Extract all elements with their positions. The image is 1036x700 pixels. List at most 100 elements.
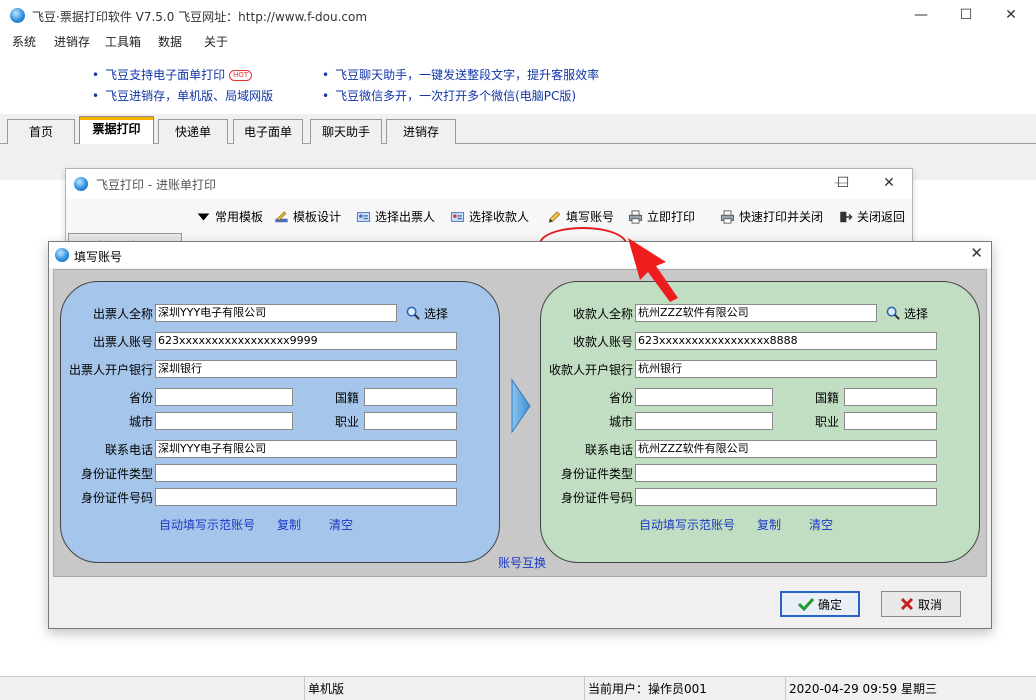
payee-id-type-field[interactable]	[635, 464, 937, 482]
ok-label: 确定	[817, 597, 842, 612]
menu-system[interactable]: 系统	[12, 33, 36, 50]
select-drawer-button[interactable]: 选择出票人	[356, 208, 435, 225]
id-card-icon	[450, 211, 465, 222]
payee-select-label: 选择	[904, 307, 929, 321]
template-design-label: 模板设计	[293, 210, 342, 224]
promo-link-eorder[interactable]: • 飞豆支持电子面单打印 HOT	[92, 66, 253, 83]
payee-country-field[interactable]	[844, 388, 937, 406]
drawer-auto-fill-link[interactable]: 自动填写示范账号	[159, 516, 255, 533]
payee-province-field[interactable]	[635, 388, 773, 406]
drawer-bank-field[interactable]: 深圳银行	[155, 360, 457, 378]
swap-accounts-link[interactable]: 账号互换	[498, 554, 546, 571]
drawer-clear-link[interactable]: 清空	[329, 516, 353, 533]
common-templates-label: 常用模板	[215, 210, 264, 224]
cancel-button[interactable]: 取消	[881, 591, 961, 617]
menu-bar: 系统 进销存 工具箱 数据 关于	[0, 30, 1036, 52]
tab-chat-helper[interactable]: 聊天助手	[310, 119, 382, 144]
status-datetime: 2020-04-29 09:59 星期三	[785, 677, 1036, 700]
payee-auto-fill-link[interactable]: 自动填写示范账号	[639, 516, 735, 533]
tab-receipt-print[interactable]: 票据打印	[79, 116, 154, 145]
drawer-full-name-field[interactable]: 深圳YYY电子有限公司	[155, 304, 397, 322]
drawer-phone-field[interactable]: 深圳YYY电子有限公司	[155, 440, 457, 458]
tab-home[interactable]: 首页	[7, 119, 75, 144]
ok-button[interactable]: 确定	[780, 591, 860, 617]
drawer-id-type-field[interactable]	[155, 464, 457, 482]
payee-account-label: 收款人账号	[572, 335, 633, 349]
payee-city-field[interactable]	[635, 412, 773, 430]
drawer-bank-label: 出票人开户银行	[68, 363, 153, 377]
close-button[interactable]: ✕	[988, 0, 1034, 30]
payee-bank-field[interactable]: 杭州银行	[635, 360, 937, 378]
promo-banner: • 飞豆支持电子面单打印 HOT • 飞豆进销存，单机版、局域网版 • 飞豆聊天助手，一…	[0, 52, 1036, 114]
printer-icon	[720, 209, 735, 224]
promo-text: 飞豆支持电子面单打印	[105, 68, 226, 82]
drawer-id-number-field[interactable]	[155, 488, 457, 506]
promo-link-chat[interactable]: • 飞豆聊天助手，一键发送整段文字，提升客服效率	[322, 66, 599, 83]
drawer-full-name-label: 出票人全称	[92, 307, 153, 321]
close-return-button[interactable]: 关闭返回	[838, 208, 905, 225]
pencil-icon	[548, 210, 561, 223]
payee-bank-label: 收款人开户银行	[548, 363, 633, 377]
menu-data[interactable]: 数据	[158, 33, 182, 50]
payee-full-name-label: 收款人全称	[572, 307, 633, 321]
subwin-close-button[interactable]: ✕	[866, 168, 912, 198]
subwin-titlebar: 飞豆打印 - 进账单打印 — ☐ ✕	[66, 169, 912, 199]
tab-inventory[interactable]: 进销存	[386, 119, 456, 144]
minimize-button[interactable]: —	[898, 0, 944, 30]
select-payee-button[interactable]: 选择收款人	[450, 208, 529, 225]
payee-id-number-field[interactable]	[635, 488, 937, 506]
menu-about[interactable]: 关于	[204, 33, 228, 50]
drawer-province-field[interactable]	[155, 388, 293, 406]
status-bar: 单机版 当前用户：操作员001 2020-04-29 09:59 星期三	[0, 676, 1036, 700]
payee-copy-link[interactable]: 复制	[757, 516, 781, 533]
drawer-copy-link[interactable]: 复制	[277, 516, 301, 533]
payee-job-field[interactable]	[844, 412, 937, 430]
fill-account-label: 填写账号	[566, 210, 615, 224]
drawer-select-button[interactable]: 选择	[406, 305, 448, 322]
x-mark-icon	[900, 597, 914, 611]
quick-print-close-button[interactable]: 快速打印并关闭	[720, 208, 823, 225]
drawer-job-field[interactable]	[364, 412, 457, 430]
menu-inventory[interactable]: 进销存	[54, 33, 90, 50]
close-return-label: 关闭返回	[857, 210, 906, 224]
drawer-city-field[interactable]	[155, 412, 293, 430]
triangle-down-icon	[197, 213, 210, 220]
common-templates-button[interactable]: 常用模板	[196, 208, 263, 225]
menu-toolbox[interactable]: 工具箱	[105, 33, 141, 50]
payee-phone-field[interactable]: 杭州ZZZ软件有限公司	[635, 440, 937, 458]
drawer-country-label: 国籍	[334, 391, 359, 405]
promo-link-inventory[interactable]: • 飞豆进销存，单机版、局域网版	[92, 87, 273, 104]
app-title: 飞豆·票据打印软件 V7.5.0 飞豆网址：http://www.f-dou.c…	[32, 10, 368, 24]
payee-city-label: 城市	[608, 415, 633, 429]
promo-link-wechat[interactable]: • 飞豆微信多开，一次打开多个微信(电脑PC版)	[322, 87, 576, 104]
payee-account-field[interactable]: 623xxxxxxxxxxxxxxxxx8888	[635, 332, 937, 350]
checkmark-icon	[797, 597, 814, 611]
drawer-country-field[interactable]	[364, 388, 457, 406]
drawer-account-label: 出票人账号	[92, 335, 153, 349]
dialog-close-button[interactable]: ✕	[970, 244, 983, 262]
maximize-button[interactable]: ☐	[943, 0, 989, 30]
quick-print-close-label: 快速打印并关闭	[739, 210, 824, 224]
drawer-phone-label: 联系电话	[104, 443, 153, 457]
fill-account-button[interactable]: 填写账号	[547, 208, 614, 225]
tab-eorder[interactable]: 电子面单	[233, 119, 303, 144]
drawer-account-field[interactable]: 623xxxxxxxxxxxxxxxxx9999	[155, 332, 457, 350]
ruler-pencil-icon	[275, 210, 288, 222]
tab-express[interactable]: 快递单	[158, 119, 228, 144]
drawer-panel: 出票人全称 深圳YYY电子有限公司 选择 出票人账号 623xxxxxxxxxx…	[60, 281, 500, 563]
transfer-arrow-icon	[511, 378, 531, 434]
subwin-maximize-button[interactable]: ☐	[820, 168, 866, 198]
drawer-city-label: 城市	[128, 415, 153, 429]
subwin-title: 飞豆打印 - 进账单打印	[96, 178, 216, 192]
hot-badge: HOT	[229, 70, 253, 81]
status-user: 当前用户：操作员001	[584, 677, 785, 700]
drawer-province-label: 省份	[128, 391, 153, 405]
dialog-body: 出票人全称 深圳YYY电子有限公司 选择 出票人账号 623xxxxxxxxxx…	[53, 269, 987, 577]
payee-full-name-field[interactable]: 杭州ZZZ软件有限公司	[635, 304, 877, 322]
template-design-button[interactable]: 模板设计	[274, 208, 341, 225]
payee-province-label: 省份	[608, 391, 633, 405]
payee-clear-link[interactable]: 清空	[809, 516, 833, 533]
select-payee-label: 选择收款人	[469, 210, 530, 224]
print-now-button[interactable]: 立即打印	[628, 208, 695, 225]
payee-select-button[interactable]: 选择	[886, 305, 928, 322]
